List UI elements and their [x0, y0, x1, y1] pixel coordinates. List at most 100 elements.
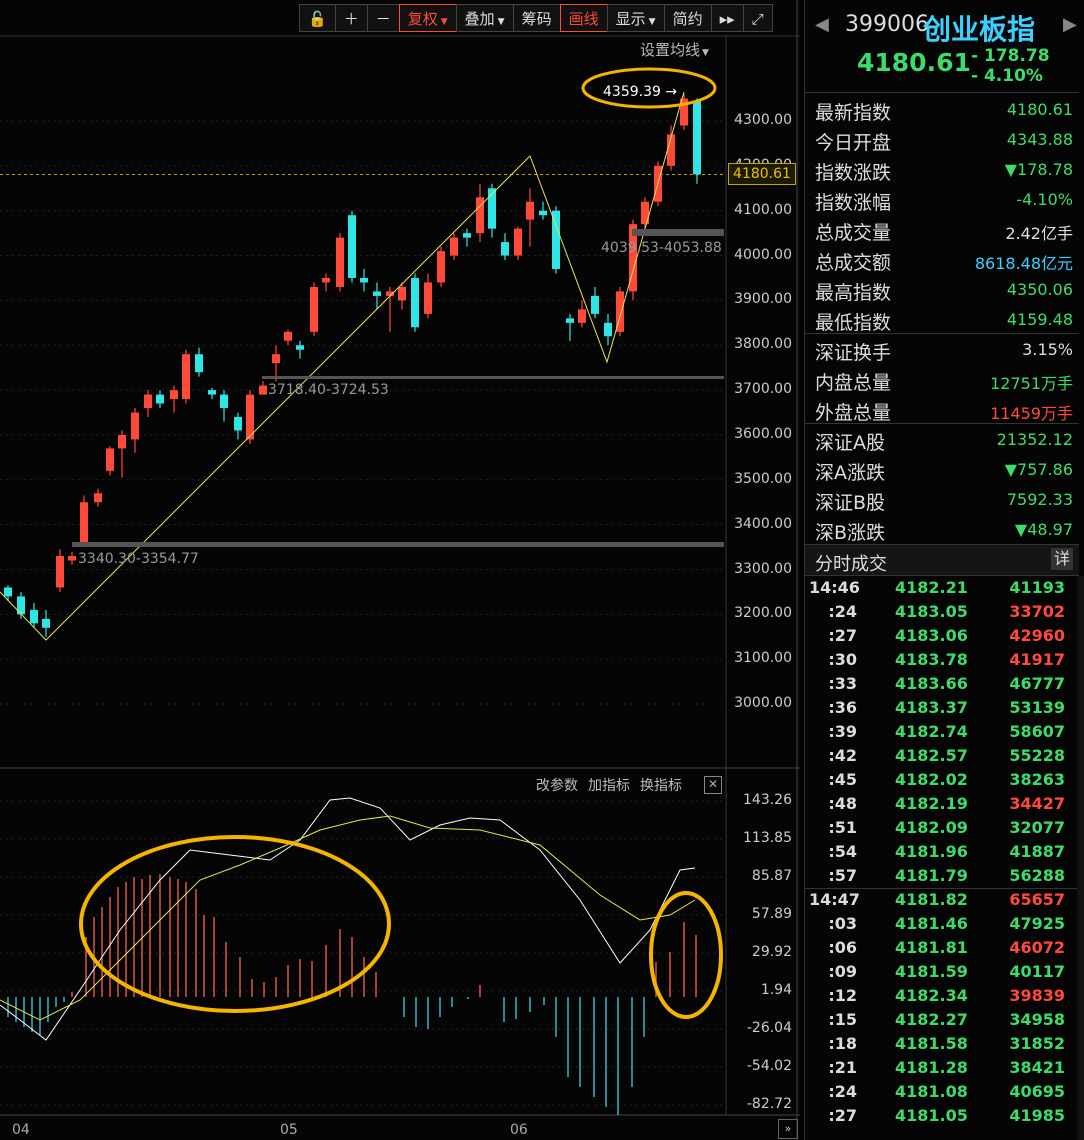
chart-area[interactable]: 🔓 ＋ － 复权 ▼ 叠加 ▼ 筹码 画线 显示 ▼ 简约 ▸▸ ⤢ 设置均线 ▼ 43…: [0, 0, 800, 1140]
tick-volume: 38263: [1009, 770, 1065, 789]
tick-volume: 32077: [1009, 818, 1065, 837]
change-params-button[interactable]: 改参数: [536, 775, 578, 795]
index-change-pct: - 4.10%: [971, 66, 1043, 86]
stat-row: 今日开盘 4343.88: [805, 124, 1079, 154]
tick-volume: 56288: [1009, 866, 1065, 885]
dif-line: [0, 797, 696, 1041]
tick-time: 14:47: [809, 890, 860, 909]
next-arrow-icon[interactable]: ▶: [1063, 14, 1077, 35]
stat-value: 4180.61: [1006, 100, 1073, 119]
chevron-down-icon: ▼: [702, 48, 709, 58]
candlestick-chart[interactable]: [0, 0, 800, 1140]
chart-toolbar: 🔓 ＋ － 复权 ▼ 叠加 ▼ 筹码 画线 显示 ▼ 简约 ▸▸ ⤢: [299, 4, 773, 34]
add-indicator-button[interactable]: 加指标: [588, 775, 630, 795]
double-right-icon[interactable]: ▸▸: [710, 4, 744, 32]
x-label-may: 05: [280, 1122, 298, 1138]
tick-volume: 41887: [1009, 842, 1065, 861]
zone-label-2: 3718.40-3724.53: [268, 382, 389, 398]
scrollbar[interactable]: [1077, 576, 1084, 1140]
candle-body: [156, 394, 164, 404]
display-button[interactable]: 显示 ▼: [606, 4, 665, 32]
candle-body: [144, 394, 152, 409]
tick-time: :39: [828, 722, 857, 741]
stat-value: 21352.12: [996, 430, 1073, 449]
tick-row: :45 4182.02 38263: [805, 768, 1079, 792]
indicator-tick-label: 29.92: [751, 944, 792, 960]
candle-body: [463, 233, 471, 238]
tick-time: :09: [828, 962, 857, 981]
scroll-right-icon[interactable]: »: [778, 1119, 798, 1139]
minus-icon[interactable]: －: [366, 4, 400, 32]
divider: [805, 333, 1079, 334]
tick-row: :03 4181.46 47925: [805, 912, 1079, 936]
tick-time: :42: [828, 746, 857, 765]
support-zone-2: [262, 376, 724, 379]
tick-row: :42 4182.57 55228: [805, 744, 1079, 768]
ticks-detail-button[interactable]: 详: [1051, 548, 1073, 570]
quote-panel: ◀ 399006 创业板指 ▶ 4180.61 - 178.78 - 4.10%…: [804, 0, 1084, 1140]
quote-header: ◀ 399006 创业板指 ▶ 4180.61 - 178.78 - 4.10%: [805, 0, 1084, 92]
indicator-tick-label: 57.89: [751, 906, 792, 922]
candle-body: [296, 345, 304, 350]
index-name: 创业板指: [923, 13, 1036, 46]
indicator-tick-label: -82.72: [746, 1096, 792, 1112]
stat-label: 总成交量: [815, 222, 892, 244]
candle-body: [208, 390, 216, 395]
indicator-tick-label: 85.87: [751, 868, 792, 884]
candle-body: [195, 354, 203, 373]
tick-volume: 46072: [1009, 938, 1065, 957]
stat-label: 今日开盘: [815, 132, 892, 154]
index-price: 4180.61: [857, 48, 971, 77]
lock-icon[interactable]: 🔓: [299, 4, 336, 32]
fullscreen-icon[interactable]: ⤢: [742, 4, 773, 32]
simple-button[interactable]: 简约: [663, 4, 712, 32]
tick-row: :39 4182.74 58607: [805, 720, 1079, 744]
prev-arrow-icon[interactable]: ◀: [815, 14, 829, 35]
tick-volume: 31852: [1009, 1034, 1065, 1053]
tick-time: 14:46: [809, 578, 860, 597]
candle-body: [182, 354, 190, 400]
tick-volume: 47925: [1009, 914, 1065, 933]
tick-volume: 40117: [1009, 962, 1065, 981]
stat-value: 3.15%: [1022, 340, 1073, 359]
stat-label: 深A涨跌: [815, 462, 885, 484]
tick-volume: 39839: [1009, 986, 1065, 1005]
indicator-tick-label: -26.04: [746, 1020, 792, 1036]
stat-label: 总成交额: [815, 252, 892, 274]
candle-body: [398, 286, 406, 301]
candle-body: [526, 201, 534, 220]
ma-setting-link[interactable]: 设置均线 ▼: [640, 39, 709, 60]
tick-time: :57: [828, 866, 857, 885]
stat-value: ▼48.97: [1014, 520, 1073, 539]
candle-body: [566, 318, 574, 323]
simple-label: 简约: [672, 10, 703, 28]
chips-button[interactable]: 筹码: [512, 4, 561, 32]
stat-label: 最高指数: [815, 282, 892, 304]
ticks-header: 分时成交 详: [805, 544, 1079, 576]
fuquan-button[interactable]: 复权 ▼: [398, 4, 457, 32]
overlay-button[interactable]: 叠加 ▼: [455, 4, 514, 32]
tick-price: 4181.58: [895, 1034, 968, 1053]
tick-price: 4181.79: [895, 866, 968, 885]
stat-value: ▼178.78: [1004, 160, 1073, 179]
stat-row: 外盘总量 11459万手: [805, 394, 1079, 424]
divider: [805, 888, 1079, 889]
candle-body: [450, 237, 458, 256]
draw-line-button[interactable]: 画线: [559, 4, 608, 32]
switch-indicator-button[interactable]: 换指标: [640, 775, 682, 795]
candle-body: [336, 237, 344, 287]
support-zone-1: [72, 542, 724, 547]
tick-row: :18 4181.58 31852: [805, 1032, 1079, 1056]
candle-body: [131, 412, 139, 440]
stat-row: 深证B股 7592.33: [805, 484, 1079, 514]
tick-time: :48: [828, 794, 857, 813]
chevron-down-icon: ▼: [497, 17, 505, 27]
tick-volume: 42960: [1009, 626, 1065, 645]
tick-volume: 34958: [1009, 1010, 1065, 1029]
tick-row: :48 4182.19 34427: [805, 792, 1079, 816]
tick-price: 4181.96: [895, 842, 968, 861]
price-tick-label: 4100.00: [734, 201, 792, 218]
plus-icon[interactable]: ＋: [334, 4, 368, 32]
stat-row: 总成交量 2.42亿手: [805, 214, 1079, 244]
stat-label: 深证A股: [815, 432, 885, 454]
